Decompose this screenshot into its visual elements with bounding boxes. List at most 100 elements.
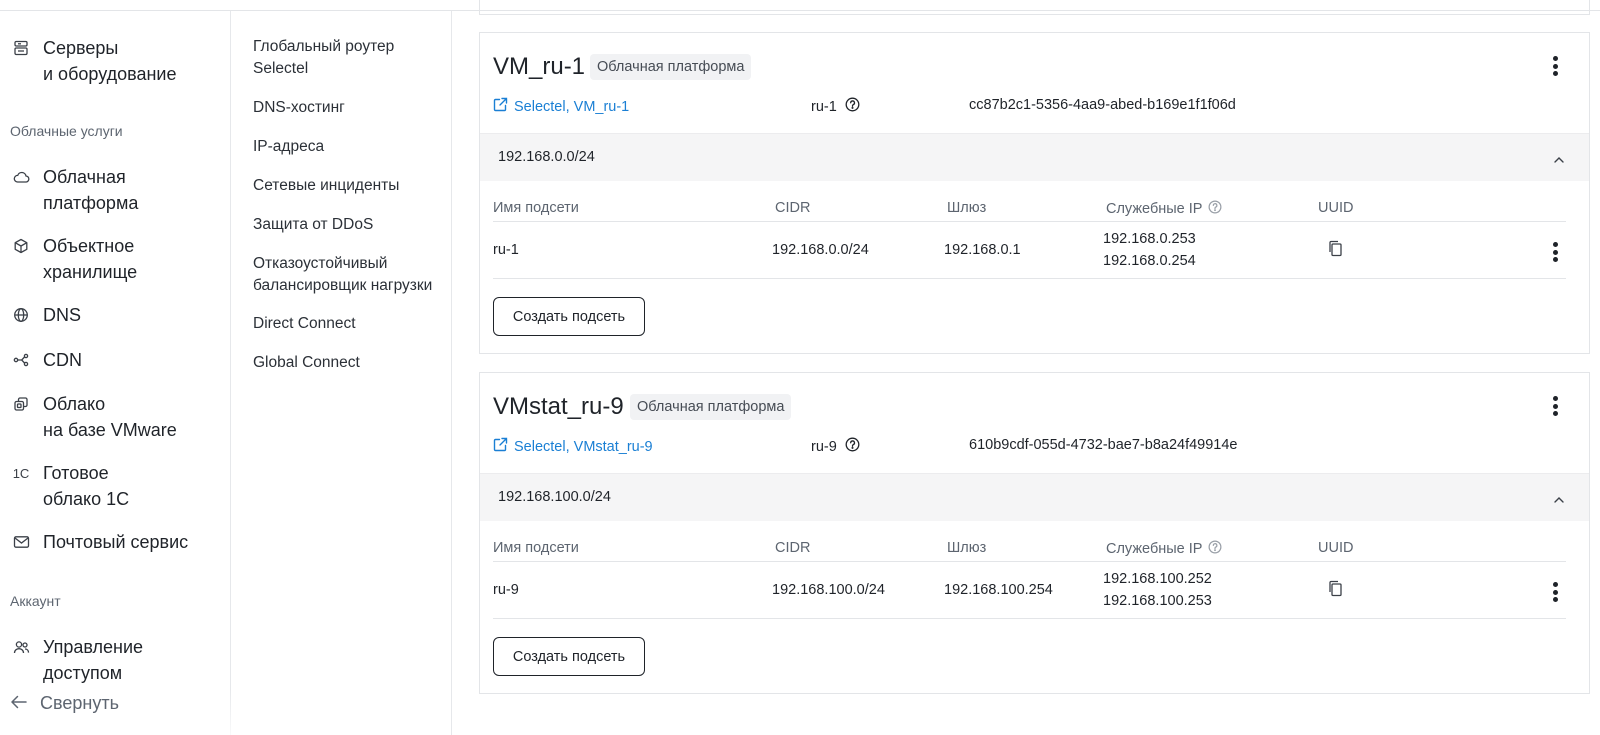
- subnet-service-ip-2: 192.168.0.254: [1103, 253, 1196, 269]
- network-uuid: 610b9cdf-055d-4732-bae7-b8a24f49914e: [969, 437, 1238, 453]
- column-header-service-ip: Служебные IP: [1106, 200, 1222, 218]
- subnet-service-ip-2: 192.168.100.253: [1103, 593, 1212, 609]
- card-title: VM_ru-1: [493, 53, 586, 80]
- previous-card-edge: [479, 0, 1590, 15]
- copy-uuid-icon[interactable]: [1328, 580, 1343, 602]
- service-badge: Облачная платформа: [630, 394, 792, 420]
- submenu-item-load-balancer[interactable]: Отказоустойчивый балансировщик нагрузки: [253, 253, 432, 297]
- sidebar: Серверы и оборудование Облачные услуги О…: [0, 11, 231, 735]
- sidebar-item-label: Почтовый сервис: [43, 532, 189, 552]
- column-header-gateway: Шлюз: [947, 540, 987, 556]
- help-icon[interactable]: [845, 437, 860, 456]
- help-icon[interactable]: [1208, 540, 1222, 558]
- network-cidr: 192.168.0.0/24: [498, 149, 595, 165]
- network-accordion-header[interactable]: 192.168.0.0/24: [480, 133, 1589, 181]
- submenu-item-global-connect[interactable]: Global Connect: [253, 352, 360, 374]
- column-header-service-ip-label: Служебные IP: [1106, 541, 1203, 557]
- subnet-menu-button[interactable]: [1547, 579, 1563, 605]
- chevron-up-icon: [1553, 151, 1565, 169]
- copy-uuid-icon[interactable]: [1328, 240, 1343, 262]
- 1c-icon: 1С: [12, 465, 30, 481]
- chevron-up-icon: [1553, 491, 1565, 509]
- section-title-account: Аккаунт: [10, 593, 61, 609]
- sidebar-item-vmware[interactable]: Облако на базе VMware: [10, 391, 177, 443]
- sidebar-item-dns[interactable]: DNS: [10, 302, 81, 328]
- users-icon: [10, 636, 32, 658]
- column-header-cidr: CIDR: [775, 540, 811, 556]
- column-header-cidr: CIDR: [775, 200, 811, 216]
- collapse-sidebar-button[interactable]: Свернуть: [10, 693, 119, 714]
- column-header-service-ip: Служебные IP: [1106, 540, 1222, 558]
- project-link[interactable]: Selectel, VM_ru-1: [493, 97, 629, 116]
- sidebar-item-label: DNS: [43, 305, 82, 325]
- network-uuid: cc87b2c1-5356-4aa9-abed-b169e1f1f06d: [969, 97, 1236, 113]
- region-label: ru-1: [811, 98, 837, 115]
- server-icon: [10, 37, 32, 59]
- help-icon[interactable]: [1208, 200, 1222, 218]
- card-menu-button[interactable]: [1547, 53, 1563, 79]
- network-accordion-header[interactable]: 192.168.100.0/24: [480, 473, 1589, 521]
- network-cidr: 192.168.100.0/24: [498, 489, 611, 505]
- globe-icon: [10, 304, 32, 326]
- submenu-item-dns-hosting[interactable]: DNS-хостинг: [253, 97, 345, 119]
- sidebar-item-cdn[interactable]: CDN: [10, 347, 82, 373]
- card-title: VMstat_ru-9: [493, 393, 624, 420]
- create-subnet-button[interactable]: Создать подсеть: [493, 637, 645, 676]
- column-header-gateway: Шлюз: [947, 200, 987, 216]
- subnet-gateway: 192.168.0.1: [944, 242, 1021, 258]
- sidebar-item-label: Готовое облако 1С: [43, 463, 130, 509]
- main-content: VM_ru-1 Облачная платформа Selectel, VM_…: [453, 0, 1600, 735]
- collapse-label: Свернуть: [40, 693, 119, 713]
- column-header-uuid: UUID: [1318, 200, 1354, 216]
- column-header-name: Имя подсети: [493, 540, 579, 556]
- submenu-item-global-router[interactable]: Глобальный роутер Selectel: [253, 36, 394, 80]
- subnet-cidr: 192.168.100.0/24: [772, 582, 885, 598]
- subnet-cidr: 192.168.0.0/24: [772, 242, 869, 258]
- cloud-icon: [10, 166, 32, 188]
- mail-icon: [10, 531, 32, 553]
- cdn-icon: [10, 349, 32, 371]
- region: ru-9: [811, 437, 860, 456]
- sidebar-item-mail[interactable]: Почтовый сервис: [10, 529, 188, 555]
- project-link[interactable]: Selectel, VMstat_ru-9: [493, 437, 653, 456]
- submenu-item-ddos-protection[interactable]: Защита от DDoS: [253, 214, 373, 236]
- sidebar-item-object-storage[interactable]: Объектное хранилище: [10, 233, 137, 285]
- service-badge: Облачная платформа: [590, 54, 752, 80]
- region: ru-1: [811, 97, 860, 116]
- sidebar-item-label: Объектное хранилище: [43, 236, 138, 282]
- subnet-menu-button[interactable]: [1547, 239, 1563, 265]
- sidebar-item-label: CDN: [43, 350, 82, 370]
- external-link-icon: [493, 437, 508, 456]
- project-link-label: Selectel, VM_ru-1: [514, 98, 630, 115]
- table-header-divider: [493, 221, 1566, 222]
- card-menu-button[interactable]: [1547, 393, 1563, 419]
- region-label: ru-9: [811, 438, 837, 455]
- sidebar-item-1c-cloud[interactable]: 1С Готовое облако 1С: [10, 460, 129, 512]
- sidebar-item-servers[interactable]: Серверы и оборудование: [10, 35, 177, 87]
- submenu-item-ip-addresses[interactable]: IP-адреса: [253, 136, 324, 158]
- sidebar-item-access-management[interactable]: Управление доступом: [10, 634, 143, 686]
- network-card: VMstat_ru-9 Облачная платформа Selectel,…: [479, 372, 1590, 694]
- column-header-service-ip-label: Служебные IP: [1106, 201, 1203, 217]
- submenu-item-direct-connect[interactable]: Direct Connect: [253, 313, 356, 335]
- sidebar-item-label: Облако на базе VMware: [43, 394, 177, 440]
- section-title-cloud: Облачные услуги: [10, 123, 123, 139]
- external-link-icon: [493, 97, 508, 116]
- sidebar-item-label: Серверы и оборудование: [43, 38, 177, 84]
- subnet-name: ru-9: [493, 582, 519, 598]
- table-row-divider: [493, 278, 1566, 279]
- subnet-service-ip-1: 192.168.0.253: [1103, 231, 1196, 247]
- sidebar-item-label: Облачная платформа: [43, 167, 139, 213]
- cube-icon: [10, 235, 32, 257]
- create-subnet-button[interactable]: Создать подсеть: [493, 297, 645, 336]
- table-row-divider: [493, 618, 1566, 619]
- help-icon[interactable]: [845, 97, 860, 116]
- submenu-item-network-incidents[interactable]: Сетевые инциденты: [253, 175, 399, 197]
- sidebar-item-cloud-platform[interactable]: Облачная платформа: [10, 164, 138, 216]
- subnet-name: ru-1: [493, 242, 519, 258]
- subnet-service-ip-1: 192.168.100.252: [1103, 571, 1212, 587]
- network-card: VM_ru-1 Облачная платформа Selectel, VM_…: [479, 32, 1590, 354]
- subnet-gateway: 192.168.100.254: [944, 582, 1053, 598]
- table-header-divider: [493, 561, 1566, 562]
- arrow-left-icon: [10, 693, 28, 714]
